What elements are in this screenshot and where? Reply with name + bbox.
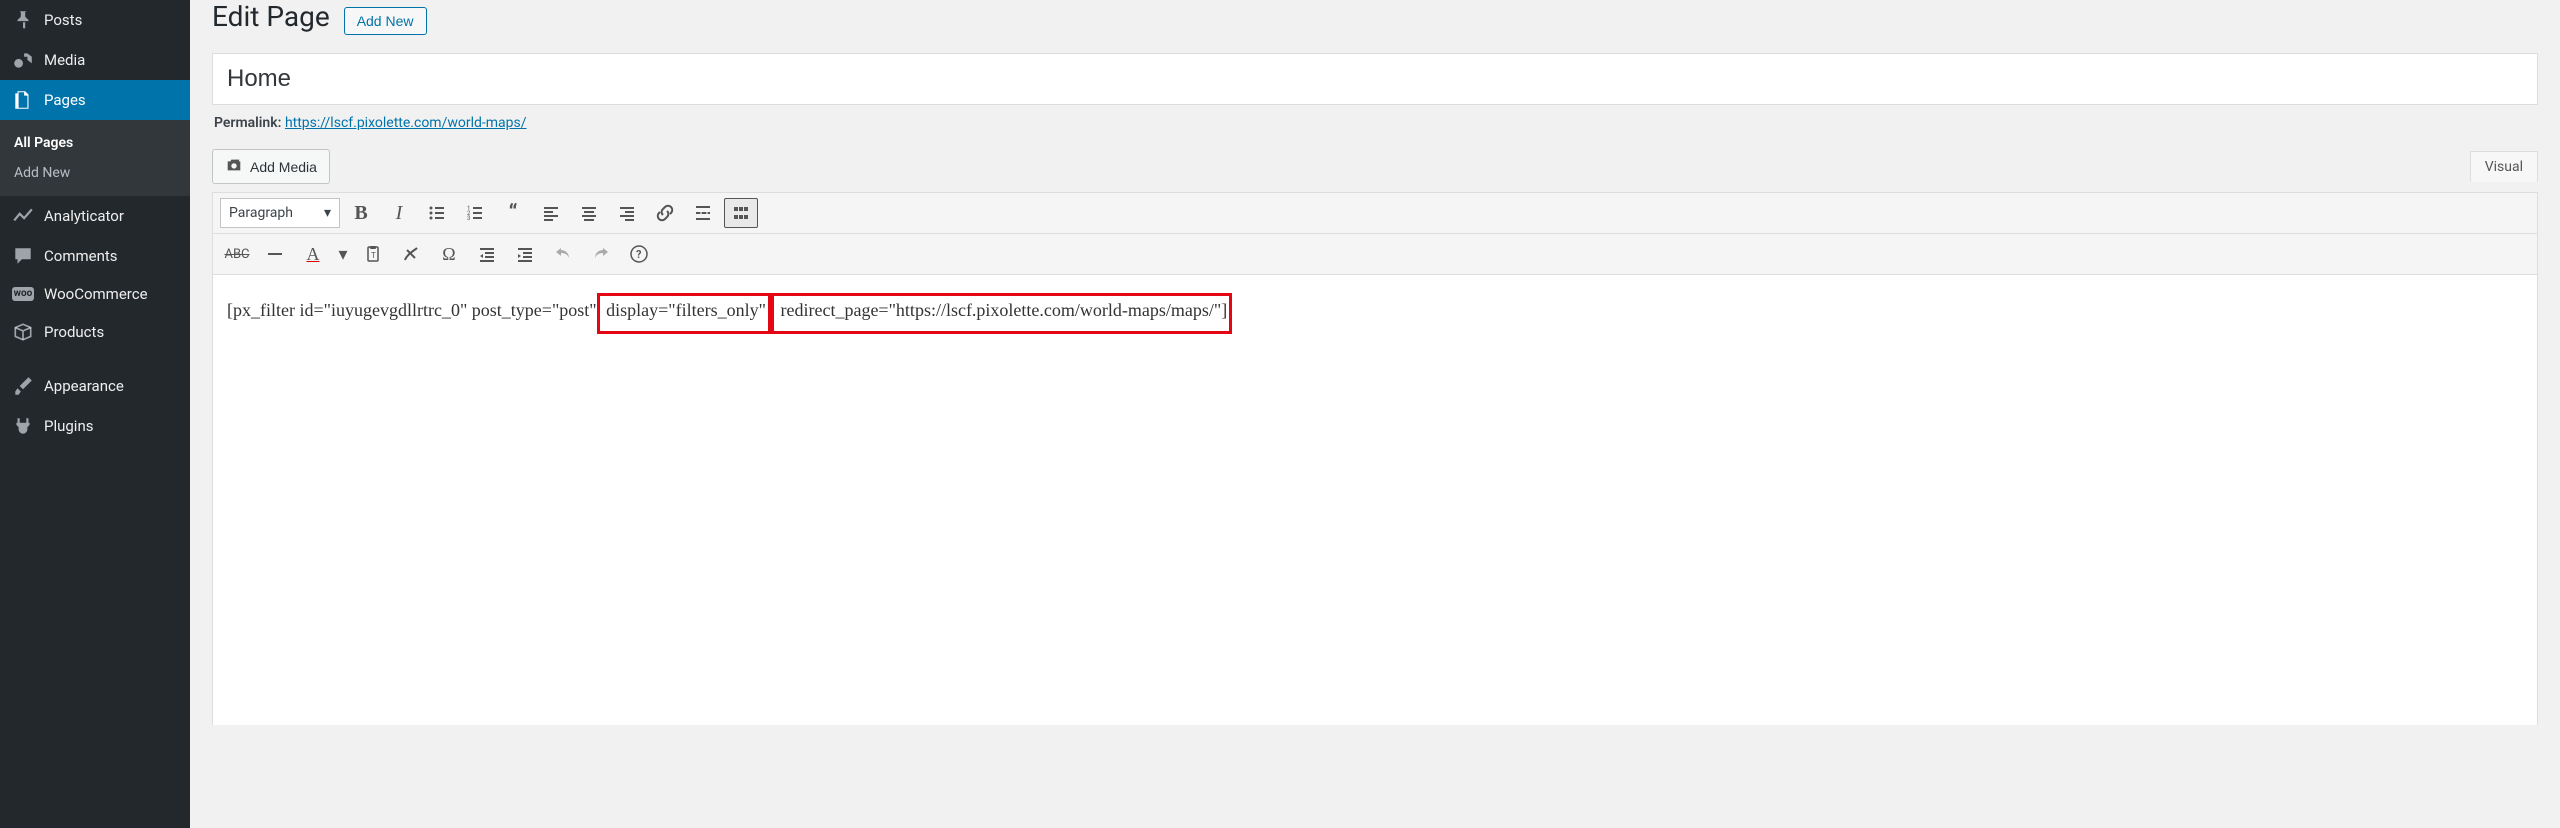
readmore-button[interactable] [686,198,720,228]
media-icon [12,49,34,71]
sidebar-label: WooCommerce [44,285,148,303]
page-title: Edit Page [212,0,330,33]
sidebar-label: Products [44,323,104,341]
clear-formatting-button[interactable] [394,239,428,269]
permalink: Permalink: https://lscf.pixolette.com/wo… [214,115,2536,131]
paste-text-button[interactable]: T [356,239,390,269]
bold-button[interactable]: B [344,198,378,228]
sidebar-label: Media [44,51,85,69]
sidebar-label: Comments [44,247,118,265]
toolbar-row-2: ABC A ▾ T Ω ? [213,234,2537,275]
editor-content[interactable]: [px_filter id="iuyugevgdllrtrc_0" post_t… [213,275,2537,725]
sidebar-label: Posts [44,11,82,29]
svg-text:3: 3 [467,215,470,222]
blockquote-button[interactable]: “ [496,198,530,228]
align-left-button[interactable] [534,198,568,228]
strikethrough-button[interactable]: ABC [220,239,254,269]
menu-separator [0,352,190,366]
permalink-url[interactable]: https://lscf.pixolette.com/world-maps/ [285,115,527,131]
highlight-redirect: redirect_page="https://lscf.pixolette.co… [771,293,1232,334]
add-media-button[interactable]: Add Media [212,149,330,184]
title-box [212,53,2538,105]
sidebar-label: Analyticator [44,207,124,225]
post-title-input[interactable] [227,60,2523,98]
pin-icon [12,9,34,31]
shortcode-text: [px_filter id="iuyugevgdllrtrc_0" post_t… [227,293,2523,334]
help-button[interactable]: ? [622,239,656,269]
sidebar-item-appearance[interactable]: Appearance [0,366,190,406]
chevron-down-icon: ▾ [324,205,331,221]
box-icon [12,321,34,343]
hr-button[interactable] [258,239,292,269]
brush-icon [12,375,34,397]
sidebar-item-media[interactable]: Media [0,40,190,80]
editor: Paragraph ▾ B I 123 “ ABC A ▾ [212,192,2538,725]
main-content: Edit Page Add New Permalink: https://lsc… [190,0,2560,828]
submenu-all-pages[interactable]: All Pages [0,128,190,158]
redo-button[interactable] [584,239,618,269]
svg-text:?: ? [636,248,642,261]
sidebar-label: Pages [44,91,86,109]
align-center-button[interactable] [572,198,606,228]
link-button[interactable] [648,198,682,228]
woo-icon: woo [12,287,34,301]
permalink-label: Permalink: [214,115,281,131]
align-right-button[interactable] [610,198,644,228]
indent-button[interactable] [508,239,542,269]
toolbar-toggle-button[interactable] [724,198,758,228]
toolbar-row-1: Paragraph ▾ B I 123 “ [213,193,2537,234]
special-char-button[interactable]: Ω [432,239,466,269]
sidebar-item-pages[interactable]: Pages [0,80,190,120]
admin-sidebar: Posts Media Pages All Pages Add New Anal… [0,0,190,828]
tab-visual[interactable]: Visual [2470,151,2538,182]
sidebar-item-posts[interactable]: Posts [0,0,190,40]
add-new-page-button[interactable]: Add New [344,7,427,35]
svg-text:T: T [371,251,376,260]
add-media-label: Add Media [250,159,317,175]
pages-submenu: All Pages Add New [0,120,190,196]
number-list-button[interactable]: 123 [458,198,492,228]
chart-icon [12,205,34,227]
undo-button[interactable] [546,239,580,269]
outdent-button[interactable] [470,239,504,269]
bullet-list-button[interactable] [420,198,454,228]
textcolor-button[interactable]: A [296,239,330,269]
sidebar-label: Appearance [44,377,124,395]
sidebar-item-products[interactable]: Products [0,312,190,352]
plug-icon [12,415,34,437]
sidebar-label: Plugins [44,417,93,435]
submenu-add-new[interactable]: Add New [0,158,190,188]
textcolor-dropdown[interactable]: ▾ [334,239,352,269]
page-icon [12,89,34,111]
italic-button[interactable]: I [382,198,416,228]
sidebar-item-analyticator[interactable]: Analyticator [0,196,190,236]
sidebar-item-comments[interactable]: Comments [0,236,190,276]
camera-icon [225,156,243,177]
format-select[interactable]: Paragraph ▾ [220,198,340,228]
sidebar-item-woocommerce[interactable]: woo WooCommerce [0,276,190,312]
comment-icon [12,245,34,267]
highlight-display: display="filters_only" [597,293,771,334]
sidebar-item-plugins[interactable]: Plugins [0,406,190,446]
